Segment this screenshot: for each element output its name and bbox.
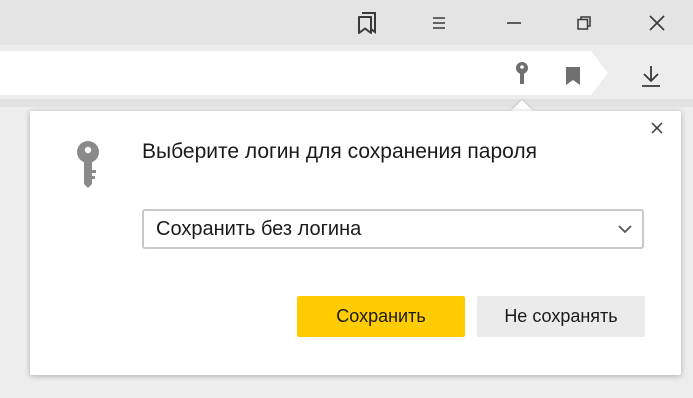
downloads-button[interactable] [636,61,666,91]
menu-icon [433,16,445,29]
save-button[interactable]: Сохранить [297,296,465,337]
bookmark-icon [566,67,580,85]
dialog-close-button[interactable] [646,117,668,139]
bookmarks-panel-button[interactable] [344,0,392,45]
restore-icon [577,15,591,30]
toolbar-bottom-edge [0,99,693,107]
login-select-value: Сохранить без логина [156,217,362,240]
restore-button[interactable] [560,0,608,45]
chevron-down-icon [618,225,632,234]
popup-pointer [511,100,533,111]
close-icon [651,122,663,134]
close-window-button[interactable] [633,0,681,45]
minimize-button[interactable] [490,0,538,45]
password-key-button[interactable] [507,58,537,88]
downloads-icon [642,66,660,87]
bookmark-button[interactable] [558,61,588,91]
close-icon [649,14,665,31]
menu-button[interactable] [415,0,463,45]
login-select[interactable]: Сохранить без логина [142,209,644,249]
minimize-icon [507,21,521,24]
key-icon [77,141,99,188]
save-password-dialog: Выберите логин для сохранения пароля Сох… [30,111,681,375]
bookmarks-panel-icon [358,11,376,34]
window-titlebar [0,0,693,45]
dialog-title: Выберите логин для сохранения пароля [142,140,538,163]
address-bar-area [0,45,693,107]
dont-save-button[interactable]: Не сохранять [477,296,645,337]
password-key-icon [516,62,528,84]
